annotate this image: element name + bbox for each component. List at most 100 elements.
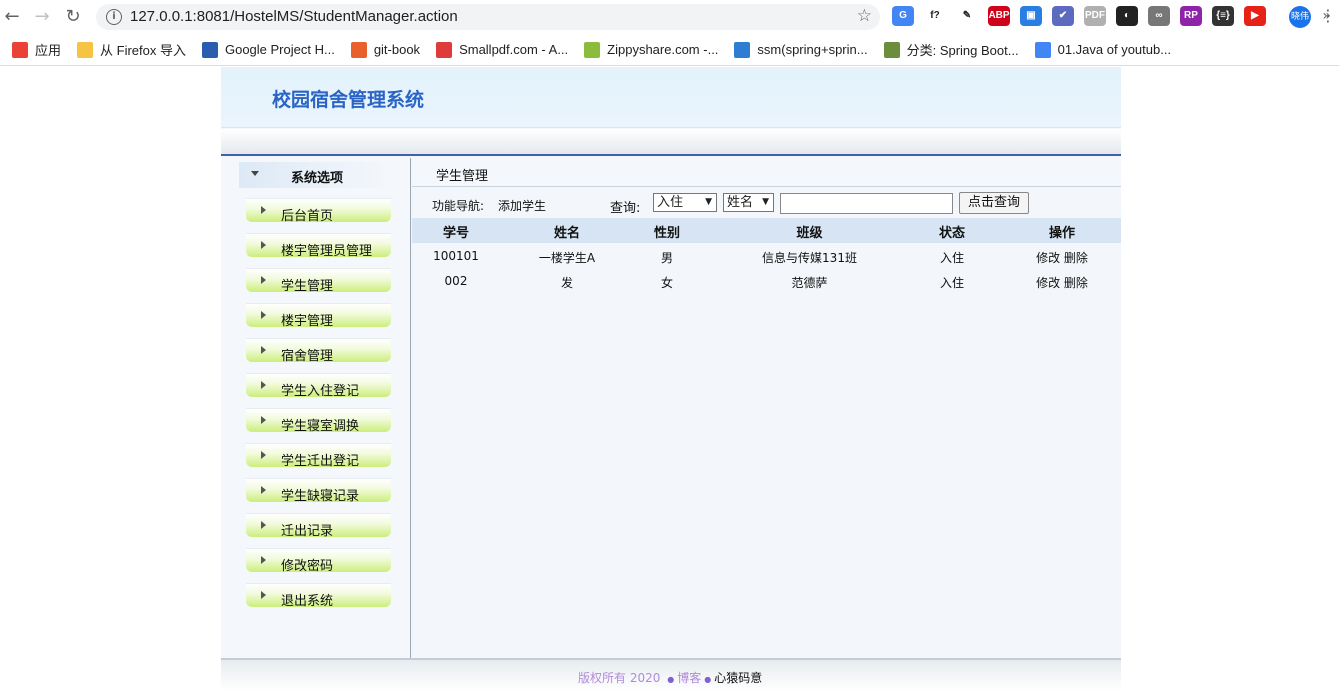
table-cell: 入住	[939, 251, 964, 265]
font-icon[interactable]: f?	[924, 6, 946, 26]
bookmark-favicon-icon	[201, 41, 218, 58]
triangle-right-icon	[261, 521, 266, 529]
query-label: 查询:	[610, 201, 641, 216]
table-cell: 入住	[939, 276, 964, 290]
app-frame: 校园宿舍管理系统 系统选项 后台首页楼宇管理员管理学生管理楼宇管理宿舍管理学生入…	[221, 67, 1121, 691]
table-cell: 女	[660, 276, 673, 290]
delete-link[interactable]: 删除	[1064, 276, 1088, 290]
menu-item-label: 学生寝室调换	[281, 419, 360, 434]
table-cell: 发	[560, 276, 573, 290]
column-header: 姓名	[553, 226, 580, 241]
youtube-icon[interactable]: ▶	[1244, 6, 1266, 26]
blog-link[interactable]: 博客	[677, 671, 701, 685]
triangle-right-icon	[261, 241, 266, 249]
function-toolbar: 功能导航: 添加学生 查询: 入住 姓名 点击查询	[412, 191, 1121, 217]
sidebar-menu-item[interactable]: 后台首页	[246, 194, 391, 229]
triangle-right-icon	[261, 556, 266, 564]
bookmark-item[interactable]: Smallpdf.com - A...	[428, 36, 576, 64]
sidebar-menu-item[interactable]: 学生寝室调换	[246, 404, 391, 439]
table-row: 002 发 女 范德萨 入住 修改 删除	[412, 268, 1121, 293]
bookmark-item[interactable]: Google Project H...	[194, 36, 343, 64]
edit-link[interactable]: 修改	[1036, 251, 1060, 265]
status-select[interactable]: 入住	[653, 193, 717, 212]
table-cell: 男	[660, 251, 673, 265]
app-header: 校园宿舍管理系统	[221, 67, 1121, 128]
sidebar-menu: 后台首页楼宇管理员管理学生管理楼宇管理宿舍管理学生入住登记学生寝室调换学生迁出登…	[246, 194, 391, 614]
sidebar-menu-item[interactable]: 修改密码	[246, 544, 391, 579]
menu-item-label: 宿舍管理	[281, 349, 334, 364]
footer-year: 2020	[629, 671, 661, 685]
menu-item-label: 学生管理	[281, 279, 334, 294]
bookmark-item[interactable]: 应用	[4, 36, 69, 64]
column-header: 操作	[1048, 226, 1075, 241]
sidebar-menu-item[interactable]: 学生管理	[246, 264, 391, 299]
checkmark-icon[interactable]: ✔	[1052, 6, 1074, 26]
mask-icon[interactable]: ◐	[1116, 6, 1138, 26]
rp-icon[interactable]: RP	[1180, 6, 1202, 26]
search-button[interactable]: 点击查询	[959, 192, 1029, 214]
bookmark-item[interactable]: ssm(spring+sprin...	[726, 36, 875, 64]
sidebar-menu-item[interactable]: 楼宇管理员管理	[246, 229, 391, 264]
search-input[interactable]	[780, 193, 953, 214]
nav-label: 功能导航:	[432, 199, 485, 213]
sidebar-menu-item[interactable]: 迁出记录	[246, 509, 391, 544]
json-icon[interactable]: {≡}	[1212, 6, 1234, 26]
row-actions: 修改 删除	[1002, 249, 1122, 266]
bookmark-item[interactable]: Zippyshare.com -...	[576, 36, 726, 64]
triangle-right-icon	[261, 206, 266, 214]
bookmark-label: git-book	[373, 42, 421, 57]
sidebar-menu-item[interactable]: 学生入住登记	[246, 369, 391, 404]
collapse-caret-icon[interactable]	[251, 171, 259, 176]
translate-icon[interactable]: G	[892, 6, 914, 26]
bookmark-label: Smallpdf.com - A...	[459, 42, 569, 57]
sidebar: 系统选项 后台首页楼宇管理员管理学生管理楼宇管理宿舍管理学生入住登记学生寝室调换…	[221, 158, 411, 658]
student-table: 学号 姓名 性别 班级 状态 操作 100101 一楼学生A 男信息与传媒131班 入住 修改 删…	[412, 218, 1121, 293]
menu-item-label: 后台首页	[281, 209, 334, 224]
address-bar[interactable]: i 127.0.0.1:8081/HostelMS/StudentManager…	[96, 4, 880, 30]
url-text[interactable]: 127.0.0.1:8081/HostelMS/StudentManager.a…	[130, 8, 458, 25]
bookmark-favicon-icon	[77, 41, 94, 58]
column-header: 性别	[653, 226, 680, 241]
sidebar-header[interactable]: 系统选项	[239, 162, 389, 188]
triangle-right-icon	[261, 276, 266, 284]
profile-avatar[interactable]: 晓伟	[1289, 6, 1311, 28]
sidebar-menu-item[interactable]: 学生迁出登记	[246, 439, 391, 474]
site-info-icon[interactable]: i	[106, 9, 122, 25]
delete-link[interactable]: 删除	[1064, 251, 1088, 265]
bookmark-item[interactable]: 从 Firefox 导入	[69, 36, 194, 64]
bookmark-item[interactable]: 01.Java of youtub...	[1027, 36, 1179, 64]
add-student-link[interactable]: 添加学生	[498, 197, 546, 214]
bookmark-item[interactable]: 分类: Spring Boot...	[876, 36, 1027, 64]
reload-icon[interactable]: ↻	[63, 7, 83, 27]
pdf-icon[interactable]: PDF	[1084, 6, 1106, 26]
bookmark-item[interactable]: git-book	[343, 36, 428, 64]
bookmark-favicon-icon	[436, 41, 453, 58]
table-row: 100101 一楼学生A 男 信息与传媒131班 入住 修改 删除	[412, 243, 1121, 268]
row-actions: 修改 删除	[1002, 274, 1122, 291]
main-panel: 学生管理 功能导航: 添加学生 查询: 入住 姓名 点击查询 学号姓名性别班级状…	[412, 158, 1121, 658]
triangle-right-icon	[261, 311, 266, 319]
tampermonkey-icon[interactable]: ▣	[1020, 6, 1042, 26]
sidebar-menu-item[interactable]: 退出系统	[246, 579, 391, 614]
eyedropper-icon[interactable]: ✎	[956, 6, 978, 26]
bookmark-label: 分类: Spring Boot...	[906, 43, 1019, 58]
field-select[interactable]: 姓名	[723, 193, 774, 212]
menu-item-label: 修改密码	[281, 559, 334, 574]
triangle-right-icon	[261, 591, 266, 599]
browser-toolbar: ← → ↻ i 127.0.0.1:8081/HostelMS/StudentM…	[0, 0, 1339, 34]
adblock-icon[interactable]: ABP	[988, 6, 1010, 26]
bullet-icon: ●	[667, 675, 675, 684]
sidebar-menu-item[interactable]: 学生缺寝记录	[246, 474, 391, 509]
bookmarks-overflow-icon[interactable]: »	[1322, 8, 1331, 24]
forward-icon[interactable]: →	[32, 7, 52, 27]
menu-item-label: 学生缺寝记录	[281, 489, 360, 504]
bike-icon[interactable]: ∞	[1148, 6, 1170, 26]
edit-link[interactable]: 修改	[1036, 276, 1060, 290]
menu-item-label: 楼宇管理	[281, 314, 334, 329]
bookmark-label: Zippyshare.com -...	[607, 42, 719, 57]
sidebar-menu-item[interactable]: 宿舍管理	[246, 334, 391, 369]
back-icon[interactable]: ←	[2, 7, 22, 27]
sidebar-menu-item[interactable]: 楼宇管理	[246, 299, 391, 334]
bookmark-star-icon[interactable]: ☆	[857, 6, 872, 26]
triangle-right-icon	[261, 381, 266, 389]
